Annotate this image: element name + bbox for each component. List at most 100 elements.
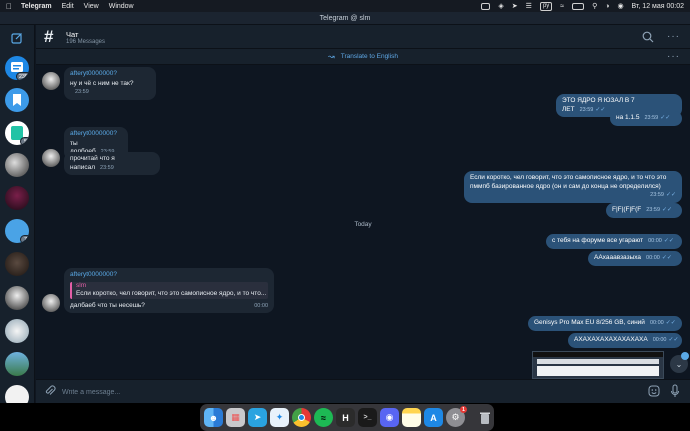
chat-avatar-2[interactable] xyxy=(5,88,29,112)
reply-quote[interactable]: slm Если коротко, чел говорит, что это с… xyxy=(70,281,268,299)
chrome-icon[interactable] xyxy=(292,408,311,427)
chat-avatar-7[interactable] xyxy=(5,252,29,276)
message-sender[interactable]: afteryt0000000? xyxy=(70,271,268,280)
message-text: ААхааавзазыха xyxy=(594,254,642,261)
message-time: 23:59 xyxy=(646,207,661,213)
search-icon[interactable] xyxy=(642,31,654,43)
user-avatar[interactable] xyxy=(42,72,60,90)
message-bubble-outgoing[interactable]: на 1.1.5 23:59 ✓✓ xyxy=(610,111,682,126)
wifi-icon[interactable]: ≈ xyxy=(560,3,564,10)
message-bubble-incoming[interactable]: прочитай что я написал 23:59 xyxy=(64,152,160,175)
message-bubble-outgoing[interactable]: Если коротко, чел говорит, что это самоп… xyxy=(464,171,682,203)
channel-hash-icon: # xyxy=(44,27,54,46)
unread-badge: 235 xyxy=(15,72,29,80)
chat-header: # Чат 196 Messages ··· xyxy=(36,25,690,49)
menu-view[interactable]: View xyxy=(84,3,99,10)
message-bubble-outgoing[interactable]: АХАХАХАХАХАХАХАХА 00:00 ✓✓ xyxy=(568,333,682,348)
menu-app-telegram[interactable]: Telegram xyxy=(21,3,52,10)
user-avatar[interactable] xyxy=(42,149,60,167)
unread-badge: 7 xyxy=(20,235,29,243)
microphone-icon[interactable] xyxy=(670,384,680,398)
message-text: с тебя на форуме все угарают xyxy=(552,237,644,244)
message-sender[interactable]: afteryt0000000? xyxy=(70,70,150,79)
chevron-down-icon: ⌄ xyxy=(675,359,683,369)
app-store-icon[interactable]: A xyxy=(424,408,443,427)
message-sender[interactable]: afteryt0000000? xyxy=(70,130,122,139)
message-text-line1: Если коротко, чел говорит, что это самоп… xyxy=(470,174,667,181)
chat-avatar-3[interactable]: 5 xyxy=(5,121,29,145)
unread-badge: 5 xyxy=(20,137,29,145)
chat-avatar-4[interactable] xyxy=(5,153,29,177)
clock[interactable]: Вт, 12 мая 00:02 xyxy=(632,3,684,10)
menu-edit[interactable]: Edit xyxy=(62,3,74,10)
chat-avatar-11[interactable] xyxy=(5,385,29,403)
more-icon[interactable]: ··· xyxy=(667,31,680,42)
system-settings-icon[interactable]: ⚙ 1 xyxy=(446,406,467,427)
read-check-icon: ✓✓ xyxy=(665,320,676,326)
chat-avatar-9[interactable] xyxy=(5,319,29,343)
chat-list-sidebar: 235 5 7 xyxy=(0,25,35,403)
translate-bar[interactable]: ↝ Translate to English ··· xyxy=(36,49,690,65)
message-bubble-outgoing[interactable]: ААхааавзазыха 00:00 ✓✓ xyxy=(588,251,682,266)
message-time: 23:59 xyxy=(650,192,664,198)
trash-icon[interactable] xyxy=(475,408,494,427)
message-bubble-outgoing[interactable]: Genisys Pro Max EU 8/256 GB, синий 00:00 ✓… xyxy=(528,316,682,331)
menu-window[interactable]: Window xyxy=(109,3,134,10)
screenshot-preview-thumbnail[interactable] xyxy=(532,351,664,379)
dock-bar: ☻ ▦ ➤ ✦ ≈ H >_ ◉ A ⚙ 1 xyxy=(200,404,494,431)
ya-badge[interactable]: ру xyxy=(539,1,553,11)
message-list[interactable]: afteryt0000000? ну и чё с ним не так? 23:… xyxy=(36,65,690,379)
chat-avatar-5[interactable] xyxy=(5,186,29,210)
translate-label[interactable]: Translate to English xyxy=(341,53,398,60)
chat-subtitle: 196 Messages xyxy=(66,39,106,45)
message-bubble-incoming[interactable]: afteryt0000000? slm Если коротко, чел го… xyxy=(64,268,274,313)
message-text: далбаеб что ты несешь? xyxy=(70,301,145,309)
translate-more-icon[interactable]: ··· xyxy=(667,51,680,62)
message-input[interactable] xyxy=(62,385,602,399)
telegram-tray-icon[interactable]: ➤ xyxy=(512,2,518,10)
chat-avatar-1[interactable]: 235 xyxy=(5,56,29,80)
launchpad-icon[interactable]: ▦ xyxy=(226,408,245,427)
chat-avatar-8[interactable] xyxy=(5,286,29,310)
h-app-icon[interactable]: H xyxy=(336,408,355,427)
control-center-icon[interactable]: ◑ xyxy=(605,3,609,10)
chat-title[interactable]: Чат xyxy=(66,30,78,39)
date-separator: Today xyxy=(354,221,372,228)
scroll-down-button[interactable]: ⌄ xyxy=(670,352,689,373)
safari-icon[interactable]: ✦ xyxy=(270,408,289,427)
terminal-icon[interactable]: >_ xyxy=(358,408,377,427)
siri-icon[interactable]: ◉ xyxy=(617,2,623,10)
screen:  Telegram Edit View Window ◈ ➤ ☰ ру ≈ ⚲… xyxy=(0,0,690,431)
screen-icon[interactable] xyxy=(481,2,491,10)
chat-avatar-10[interactable] xyxy=(5,352,29,376)
message-time: 00:00 xyxy=(254,302,268,309)
message-text: ну и чё с ним не так? xyxy=(70,79,134,87)
dock: ☻ ▦ ➤ ✦ ≈ H >_ ◉ A ⚙ 1 xyxy=(0,403,690,431)
read-check-icon: ✓✓ xyxy=(668,337,679,343)
telegram-dock-icon[interactable]: ➤ xyxy=(248,408,267,427)
finder-icon[interactable]: ☻ xyxy=(204,408,223,427)
paperclip-icon[interactable] xyxy=(44,385,56,397)
user-avatar[interactable] xyxy=(42,294,60,312)
chat-avatar-6[interactable]: 7 xyxy=(5,219,29,243)
search-menubar-icon[interactable]: ⚲ xyxy=(592,2,597,10)
notes-icon[interactable] xyxy=(402,408,421,427)
emoji-icon[interactable] xyxy=(648,385,660,397)
message-time: 23:59 xyxy=(644,115,659,121)
read-check-icon: ✓✓ xyxy=(595,106,606,113)
dropbox-icon[interactable]: ◈ xyxy=(498,2,503,10)
status-area: ◈ ➤ ☰ ру ≈ ⚲ ◑ ◉ Вт, 12 мая 00:02 xyxy=(481,1,684,11)
message-text: F|F|(F|F(F xyxy=(612,206,642,213)
bars-icon[interactable]: ☰ xyxy=(526,2,532,10)
message-bubble-incoming[interactable]: afteryt0000000? ну и чё с ним не так? 23:… xyxy=(64,67,156,100)
discord-icon[interactable]: ◉ xyxy=(380,408,399,427)
compose-icon[interactable] xyxy=(11,32,23,44)
message-bubble-outgoing[interactable]: с тебя на форуме все угарают 00:00 ✓✓ xyxy=(546,234,682,249)
message-time: 00:00 xyxy=(652,337,667,343)
apple-icon[interactable]:  xyxy=(6,2,12,11)
read-check-icon: ✓✓ xyxy=(662,207,673,213)
message-composer xyxy=(36,379,690,403)
message-bubble-outgoing[interactable]: F|F|(F|F(F 23:59 ✓✓ xyxy=(606,203,682,218)
battery-icon[interactable] xyxy=(572,2,585,10)
spotify-icon[interactable]: ≈ xyxy=(314,408,333,427)
